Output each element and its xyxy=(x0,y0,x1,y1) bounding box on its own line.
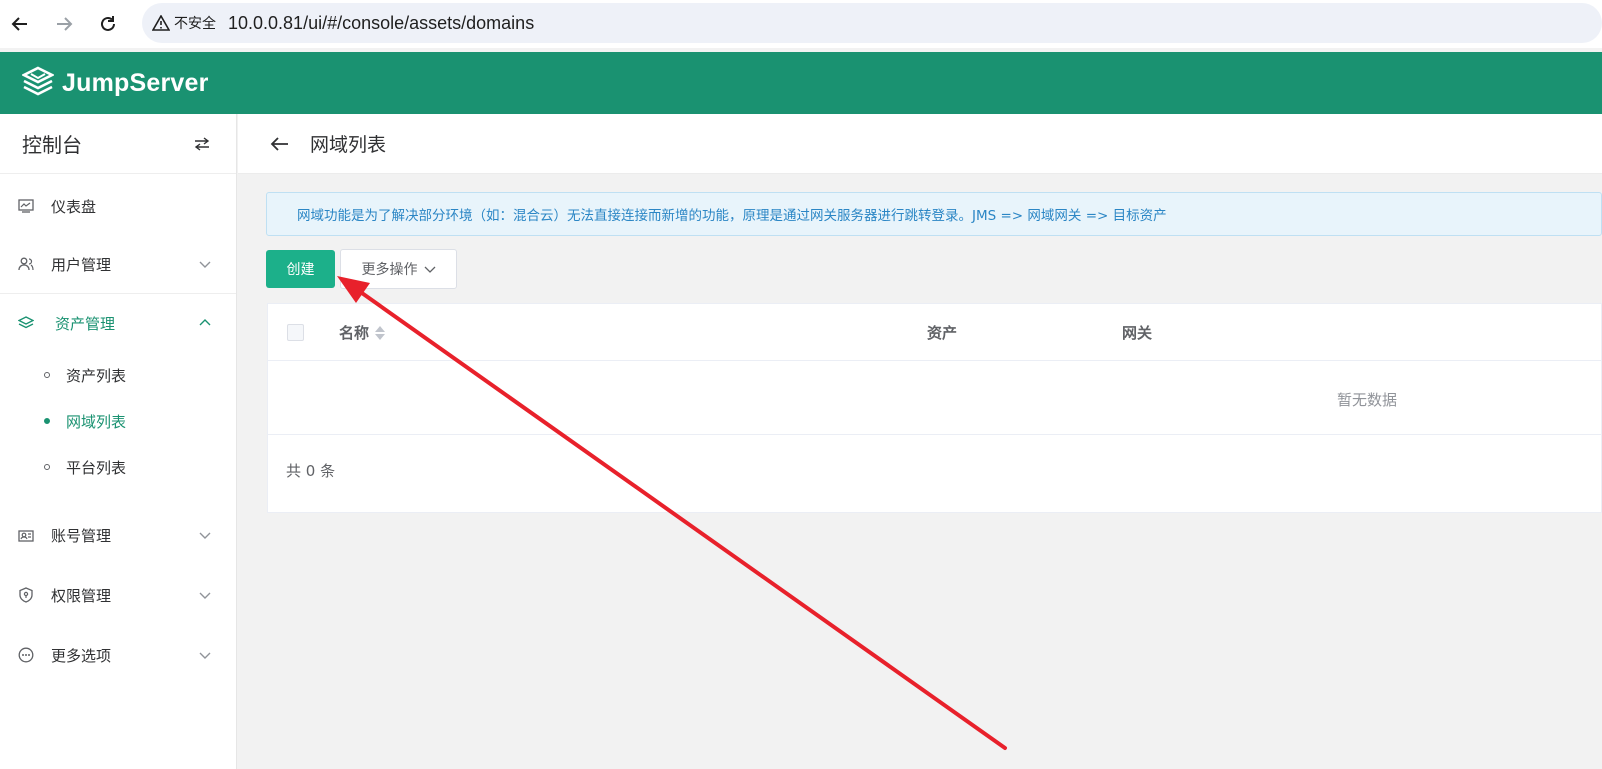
chevron-down-icon xyxy=(199,592,211,599)
table-header: 名称 资产 网关 xyxy=(268,304,1601,361)
sidebar-item-label: 资产管理 xyxy=(55,314,116,333)
more-actions-label: 更多操作 xyxy=(361,262,418,278)
sidebar-item-label: 仪表盘 xyxy=(51,197,97,216)
column-label: 网关 xyxy=(1122,324,1153,342)
sidebar-item-label: 更多选项 xyxy=(51,646,112,665)
bullet-icon xyxy=(44,372,50,378)
sidebar-item-account-management[interactable]: 账号管理 xyxy=(0,506,236,564)
layers-icon xyxy=(17,316,35,330)
brand-name: JumpServer xyxy=(62,68,209,97)
sidebar-item-more-options[interactable]: 更多选项 xyxy=(0,626,236,684)
chevron-down-icon xyxy=(424,266,435,273)
create-button-label: 创建 xyxy=(286,262,315,278)
chevron-down-icon xyxy=(199,261,211,268)
account-icon xyxy=(17,528,35,542)
notice-text: 网域功能是为了解决部分环境（如：混合云）无法直接连接而新增的功能，原理是通过网关… xyxy=(297,208,1167,224)
sidebar-item-label: 权限管理 xyxy=(51,586,112,605)
page-header: 网域列表 xyxy=(238,114,1602,174)
sidebar-item-dashboard[interactable]: 仪表盘 xyxy=(0,177,236,235)
column-header-gateway: 网关 xyxy=(1122,304,1152,361)
page-title: 网域列表 xyxy=(310,134,387,156)
forward-button[interactable] xyxy=(44,4,84,44)
security-chip[interactable]: 不安全 xyxy=(152,13,228,33)
sidebar-header: 控制台 xyxy=(0,114,236,174)
security-label: 不安全 xyxy=(174,16,216,32)
sidebar-subitem-label: 平台列表 xyxy=(66,458,127,477)
browser-toolbar: 不安全 10.0.0.81/ui/#/console/assets/domain… xyxy=(0,0,1602,48)
sidebar-subitem-domain-list[interactable]: 网域列表 xyxy=(0,398,236,444)
chevron-down-icon xyxy=(199,652,211,659)
sidebar-item-permission-management[interactable]: 权限管理 xyxy=(0,566,236,624)
chevron-down-icon xyxy=(199,532,211,539)
sidebar-subitem-platform-list[interactable]: 平台列表 xyxy=(0,444,236,490)
sidebar-title: 控制台 xyxy=(22,133,82,157)
dashboard-icon xyxy=(17,199,35,213)
chevron-up-icon xyxy=(199,319,211,326)
switch-icon[interactable] xyxy=(194,136,210,151)
sidebar-subitem-asset-list[interactable]: 资产列表 xyxy=(0,352,236,398)
select-all-checkbox[interactable] xyxy=(287,324,304,341)
sidebar-item-label: 用户管理 xyxy=(51,255,112,274)
create-button[interactable]: 创建 xyxy=(266,250,335,288)
sidebar-subitem-label: 网域列表 xyxy=(66,412,127,431)
bullet-icon xyxy=(44,464,50,470)
sidebar: 控制台 仪表盘 用户管理 资产管理 资产列表 网域列表 平台列表 账号管理 权限… xyxy=(0,114,237,769)
arrow-left-icon xyxy=(11,17,27,31)
column-header-assets: 资产 xyxy=(927,304,957,361)
shield-icon xyxy=(17,587,35,603)
info-notice: 网域功能是为了解决部分环境（如：混合云）无法直接连接而新增的功能，原理是通过网关… xyxy=(266,192,1602,236)
more-icon xyxy=(17,647,35,663)
brand-logo[interactable]: JumpServer xyxy=(22,66,209,100)
logo-icon xyxy=(22,66,54,96)
address-bar[interactable]: 不安全 10.0.0.81/ui/#/console/assets/domain… xyxy=(142,3,1602,43)
sidebar-item-label: 账号管理 xyxy=(51,526,112,545)
app-header: JumpServer xyxy=(0,52,1602,114)
bullet-icon xyxy=(44,418,50,424)
empty-text: 暂无数据 xyxy=(1337,391,1398,409)
reload-button[interactable] xyxy=(88,4,128,44)
column-header-name[interactable]: 名称 xyxy=(339,304,386,361)
sidebar-item-asset-management[interactable]: 资产管理 xyxy=(0,294,236,352)
back-arrow-icon[interactable] xyxy=(270,136,290,152)
warning-icon xyxy=(152,15,170,31)
domain-table: 名称 资产 网关 暂无数据 共 0 条 xyxy=(267,303,1602,513)
column-label: 资产 xyxy=(927,324,958,342)
table-empty-row: 暂无数据 xyxy=(268,361,1601,435)
back-button[interactable] xyxy=(0,4,40,44)
column-label: 名称 xyxy=(339,324,370,342)
reload-icon xyxy=(101,16,115,31)
pagination-total: 共 0 条 xyxy=(286,462,336,480)
arrow-right-icon xyxy=(57,17,73,31)
sidebar-subitem-label: 资产列表 xyxy=(66,366,127,385)
sidebar-item-user-management[interactable]: 用户管理 xyxy=(0,235,236,293)
more-actions-dropdown[interactable]: 更多操作 xyxy=(340,249,457,289)
sort-icon[interactable] xyxy=(375,325,386,340)
url-text[interactable]: 10.0.0.81/ui/#/console/assets/domains xyxy=(228,13,534,34)
users-icon xyxy=(17,257,35,271)
